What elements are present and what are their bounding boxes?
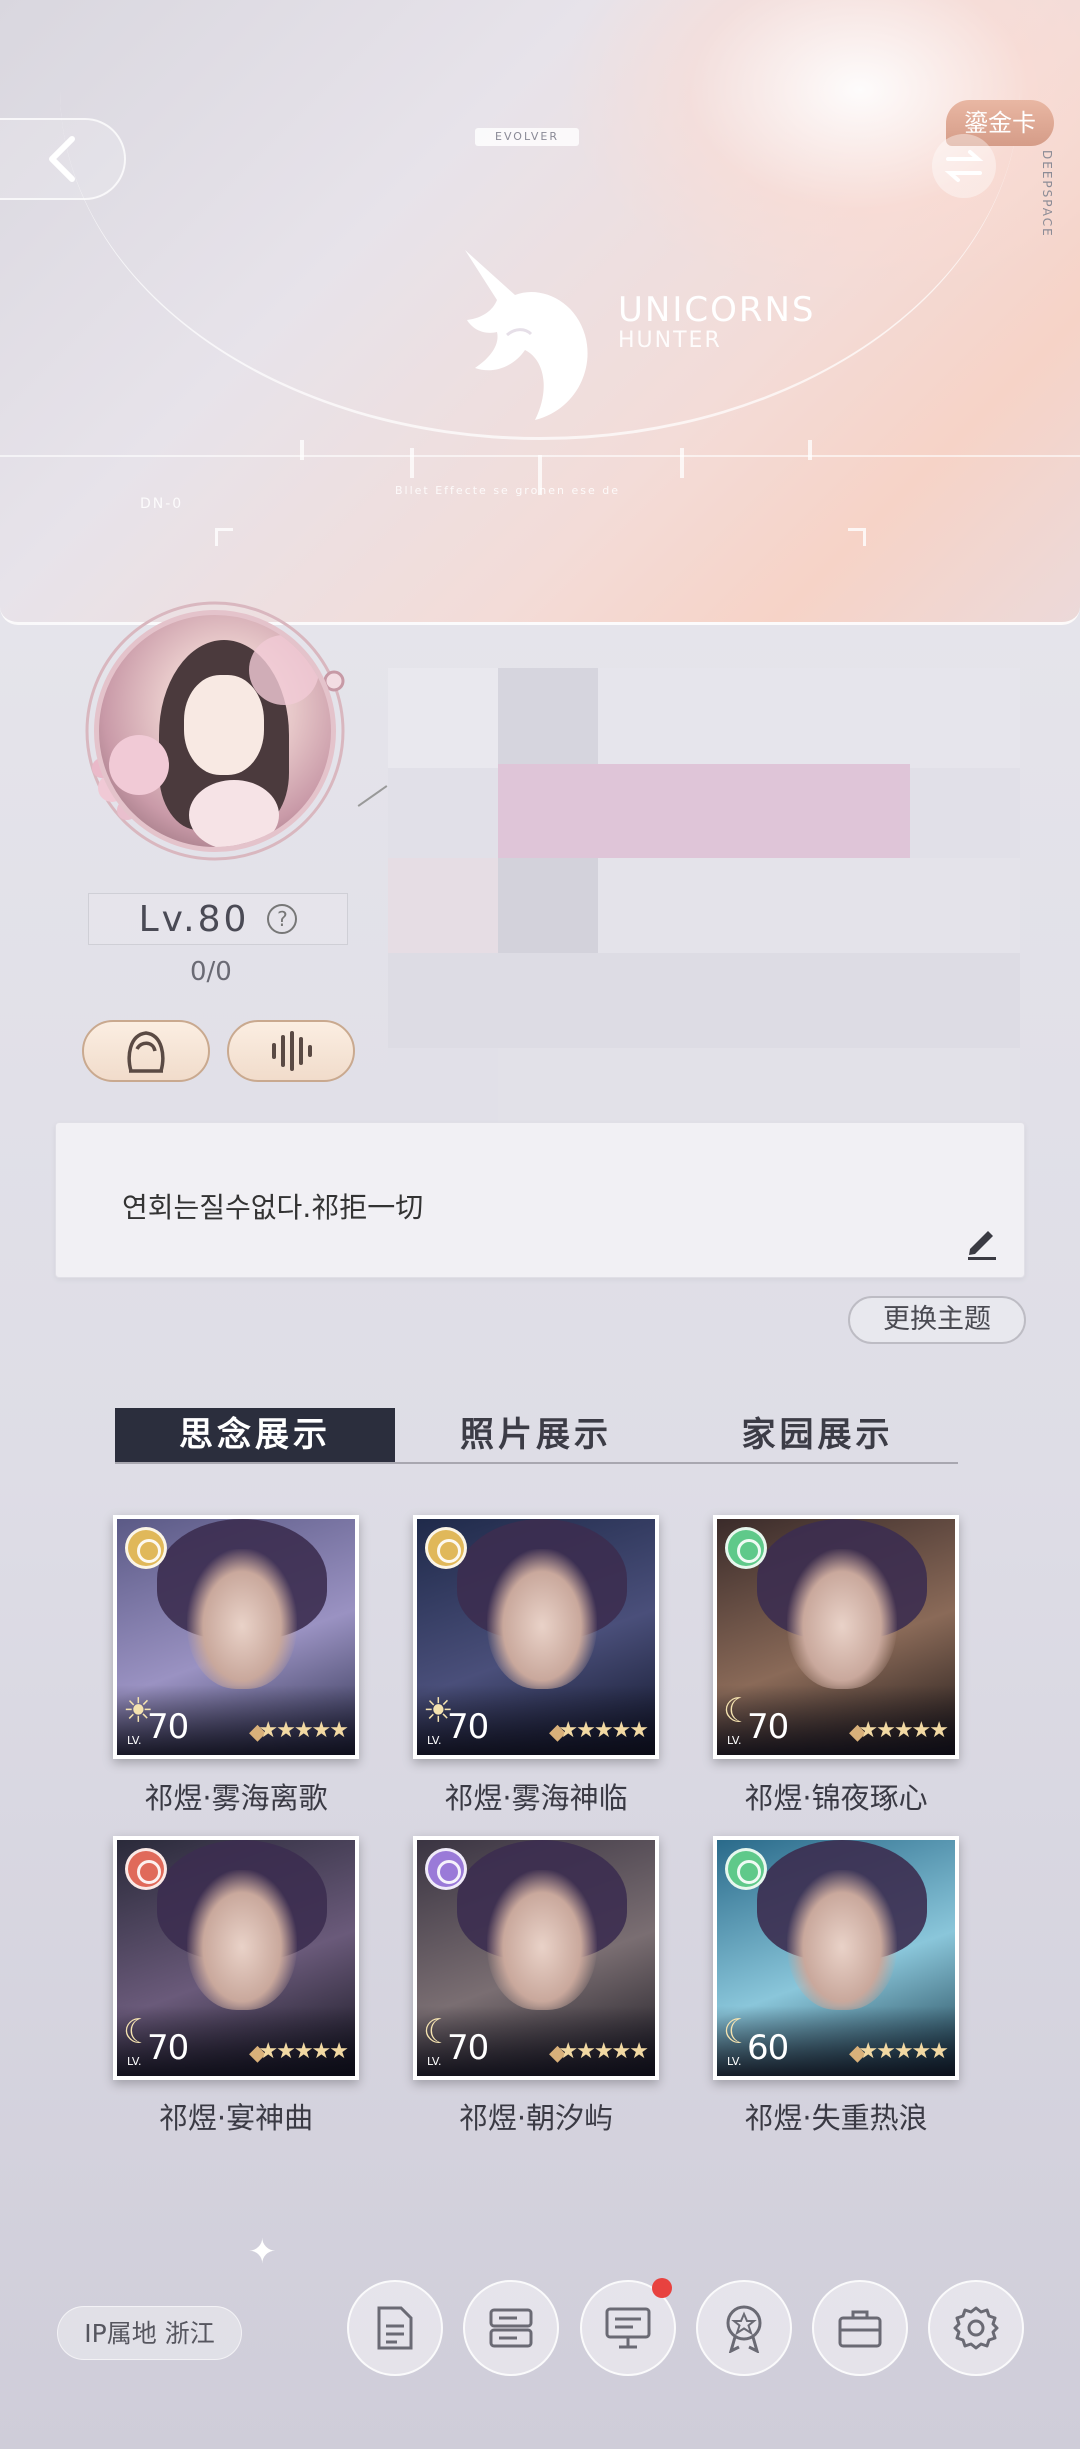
card-star-rating: ★★★★★ [258, 1718, 349, 1743]
card-level: 70 [147, 2028, 189, 2068]
memory-card[interactable]: ☾ LV. 70 ◆ ★★★★★ [113, 1836, 359, 2080]
character-portrait [187, 1549, 297, 1689]
card-level-prefix: LV. [427, 2055, 442, 2068]
card-level: 70 [147, 1707, 189, 1747]
character-portrait [487, 1549, 597, 1689]
memory-card-name: 祁煜·雾海神临 [444, 1781, 628, 1815]
ip-location-badge: IP属地 浙江 [57, 2306, 242, 2360]
document-icon [377, 2306, 413, 2350]
memory-card-name: 祁煜·朝汐屿 [458, 2101, 614, 2135]
memory-card[interactable]: ☾ LV. 70 ◆ ★★★★★ [413, 1836, 659, 2080]
character-portrait [487, 1870, 597, 2010]
back-button[interactable] [0, 118, 126, 200]
server-list-icon [489, 2308, 533, 2348]
sound-wave-icon [272, 1031, 312, 1071]
nav-settings-button[interactable] [928, 2280, 1024, 2376]
nav-bag-button[interactable] [812, 2280, 908, 2376]
card-attribute-badge-icon [125, 1527, 167, 1569]
message-board-icon [605, 2307, 651, 2349]
logo-title: UNICORNS [618, 290, 816, 330]
memory-card[interactable]: ☀ LV. 70 ◆ ★★★★★ [113, 1515, 359, 1759]
avatar[interactable] [82, 598, 348, 864]
banner-tick [410, 448, 414, 478]
unicorn-logo-icon [465, 250, 588, 420]
card-level-prefix: LV. [727, 2055, 742, 2068]
memory-card[interactable]: ☀ LV. 70 ◆ ★★★★★ [413, 1515, 659, 1759]
card-star-rating: ★★★★★ [858, 1718, 949, 1743]
banner-tick [300, 440, 304, 460]
character-voice-button[interactable] [82, 1020, 210, 1082]
card-level: 60 [747, 2028, 789, 2068]
nav-document-button[interactable] [347, 2280, 443, 2376]
card-attribute-badge-icon [425, 1848, 467, 1890]
voice-record-button[interactable] [227, 1020, 355, 1082]
memory-card[interactable]: ☾ LV. 60 ◆ ★★★★★ [713, 1836, 959, 2080]
blurred-user-info [388, 668, 1020, 1148]
notification-dot [652, 2278, 672, 2298]
character-portrait [787, 1870, 897, 2010]
evolver-tag: EVOLVER [475, 128, 579, 146]
tab-home[interactable]: 家园展示 [677, 1408, 958, 1462]
experience-text: 0/0 [190, 957, 232, 987]
side-brand-text: DEEPSPACE [1040, 150, 1054, 238]
card-attribute-badge-icon [425, 1527, 467, 1569]
card-attribute-badge-icon [725, 1527, 767, 1569]
chevron-left-icon [49, 136, 75, 182]
card-star-rating: ★★★★★ [558, 2039, 649, 2064]
banner-readout: DN-0 [140, 496, 184, 512]
avatar-image [94, 610, 336, 852]
frame-corner [848, 528, 866, 546]
character-portrait [187, 1870, 297, 2010]
card-level: 70 [447, 2028, 489, 2068]
female-profile-icon [127, 1031, 165, 1073]
banner-tick [680, 448, 684, 478]
nav-medal-button[interactable] [696, 2280, 792, 2376]
showcase-tabs: 思念展示 照片展示 家园展示 [115, 1408, 958, 1464]
character-portrait [787, 1549, 897, 1689]
edit-pencil-icon[interactable] [962, 1221, 1002, 1261]
profile-banner: DN-0 Bllet Effecte se gronen ese de EVOL… [0, 0, 1080, 625]
card-attribute-badge-icon [125, 1848, 167, 1890]
level-text: Lv.80 [138, 898, 250, 940]
swap-arrows-icon [944, 150, 984, 182]
banner-tick [808, 440, 812, 460]
logo-subtitle: HUNTER [618, 328, 722, 353]
briefcase-icon [838, 2310, 882, 2348]
settings-gear-icon [953, 2306, 999, 2350]
card-level-prefix: LV. [127, 2055, 142, 2068]
change-theme-button[interactable]: 更换主题 [848, 1296, 1026, 1344]
nav-list-button[interactable] [463, 2280, 559, 2376]
card-star-rating: ★★★★★ [258, 2039, 349, 2064]
memory-card-name: 祁煜·雾海离歌 [144, 1781, 328, 1815]
card-level: 70 [747, 1707, 789, 1747]
signature-text: 연회는질수없다.祁拒一切 [122, 1191, 424, 1224]
card-level: 70 [447, 1707, 489, 1747]
frame-corner [215, 528, 233, 546]
card-level-prefix: LV. [427, 1734, 442, 1747]
memory-card-name: 祁煜·锦夜琢心 [744, 1781, 928, 1815]
memory-card-name: 祁煜·失重热浪 [744, 2101, 928, 2135]
card-level-prefix: LV. [727, 1734, 742, 1747]
card-attribute-badge-icon [725, 1848, 767, 1890]
tab-memories[interactable]: 思念展示 [115, 1408, 395, 1462]
banner-readout-small: Bllet Effecte se gronen ese de [395, 484, 621, 497]
signature-box[interactable]: 연회는질수없다.祁拒一切 [55, 1122, 1025, 1278]
sparkle-decoration: ✦ [248, 2232, 277, 2272]
memory-card-name: 祁煜·宴神曲 [158, 2101, 314, 2135]
medal-icon [726, 2305, 762, 2353]
help-question-icon[interactable]: ? [267, 904, 298, 934]
card-star-rating: ★★★★★ [858, 2039, 949, 2064]
decorative-connector [357, 785, 388, 807]
memory-card[interactable]: ☾ LV. 70 ◆ ★★★★★ [713, 1515, 959, 1759]
tab-photos[interactable]: 照片展示 [395, 1408, 677, 1462]
card-star-rating: ★★★★★ [558, 1718, 649, 1743]
card-level-prefix: LV. [127, 1734, 142, 1747]
level-display: Lv.80 ? [88, 893, 348, 945]
switch-card-button[interactable] [932, 134, 996, 198]
